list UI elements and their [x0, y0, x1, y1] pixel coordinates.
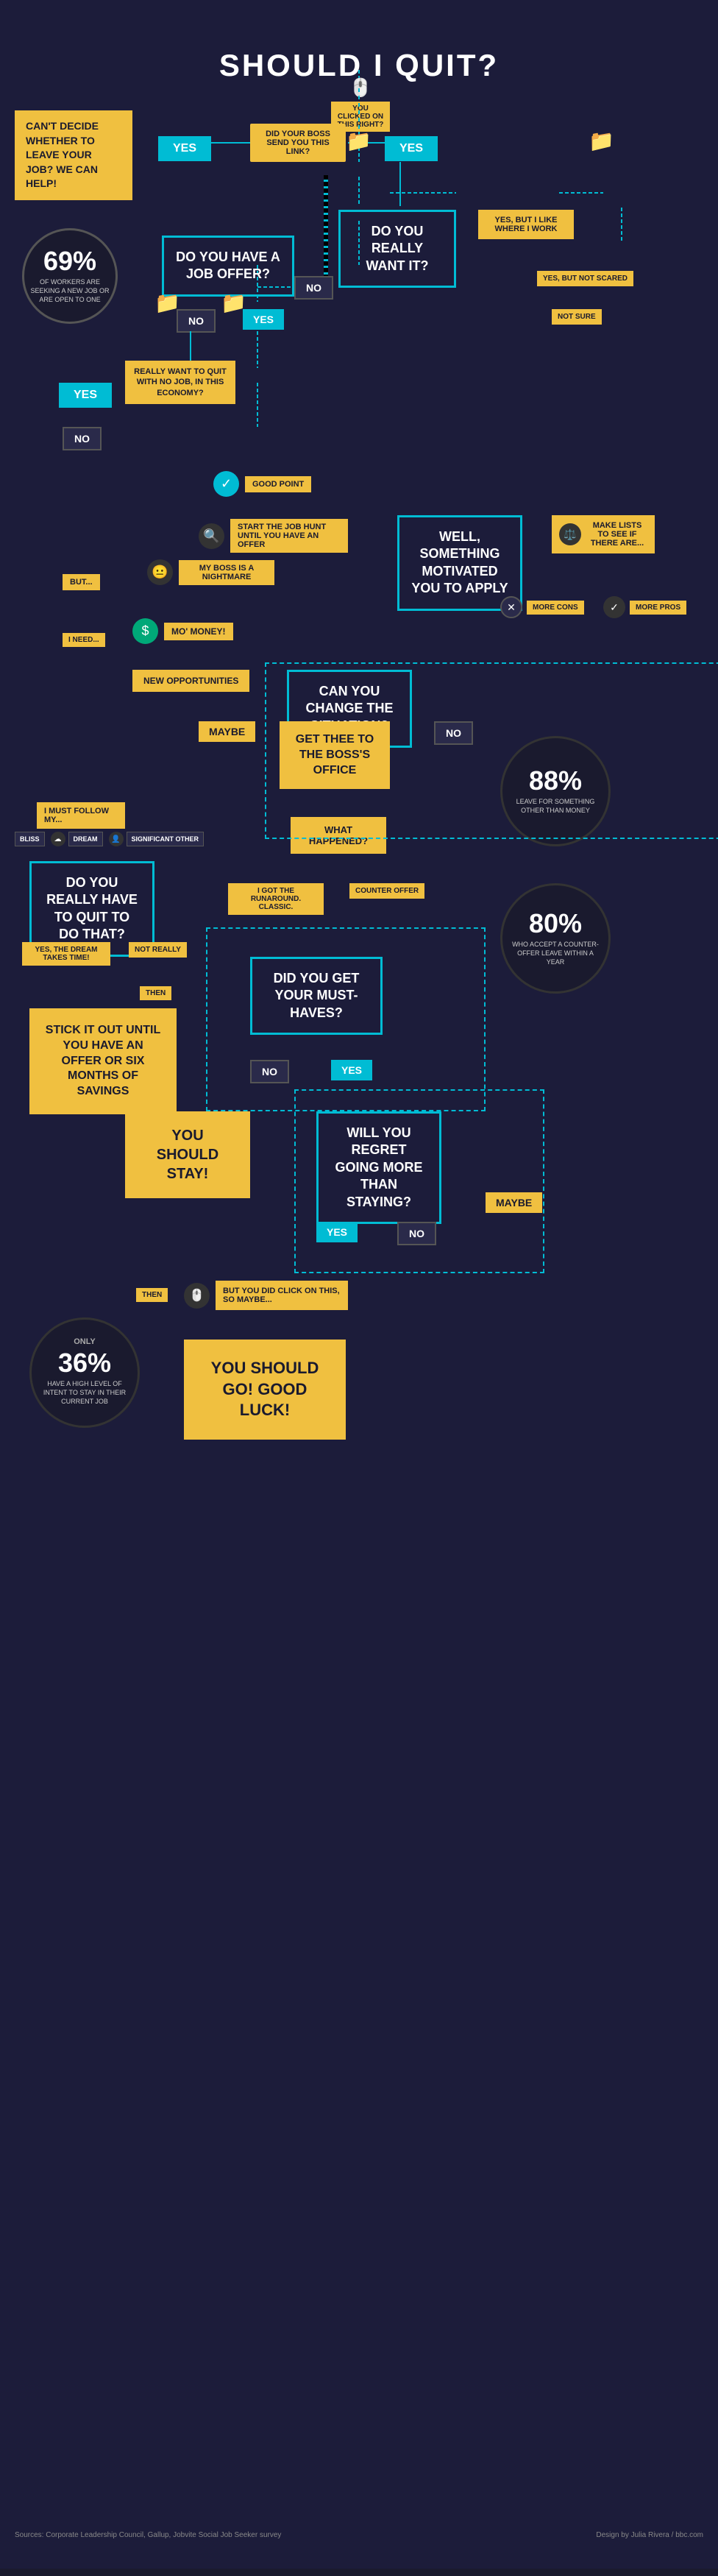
- you-should-stay-box: YOU SHOULD STAY!: [125, 1111, 250, 1198]
- but-you-did-label: BUT YOU DID CLICK ON THIS, SO MAYBE...: [216, 1281, 348, 1310]
- counter-offer-label: COUNTER OFFER: [349, 883, 424, 899]
- maybe-regret: MAYBE: [486, 1192, 542, 1213]
- stick-it-out-box: STICK IT OUT UNTIL YOU HAVE AN OFFER OR …: [29, 1008, 177, 1114]
- source-text: Sources: Corporate Leadership Council, G…: [15, 2531, 281, 2539]
- then-2-label: THEN: [136, 1288, 168, 1302]
- yes-button-2[interactable]: YES: [385, 136, 438, 161]
- stat-80-number: 80%: [529, 908, 582, 939]
- content: SHOULD I QUIT? 🖱️ YOU CLICKED ON THIS RI…: [0, 15, 718, 2554]
- start-job-hunt-row: 🔍 START THE JOB HUNT UNTIL YOU HAVE AN O…: [199, 519, 348, 553]
- mo-money-row: $ MO' MONEY!: [132, 618, 233, 644]
- stat-36-desc: HAVE A HIGH LEVEL OF INTENT TO STAY IN T…: [32, 1379, 138, 1407]
- yes-job-offer[interactable]: YES: [243, 309, 284, 330]
- more-cons-row: ✕ MORE CONS: [500, 596, 584, 618]
- balance-icon: ⚖️: [559, 523, 581, 545]
- yes-but-label: YES, BUT I LIKE WHERE I WORK: [478, 210, 574, 239]
- folder-1: 📁: [346, 129, 372, 153]
- sig-other-label: SIGNIFICANT OTHER: [127, 832, 205, 846]
- more-pros-row: ✓ MORE PROS: [603, 596, 686, 618]
- really-want-quit: REALLY WANT TO QUIT WITH NO JOB, IN THIS…: [125, 361, 235, 404]
- yes-left[interactable]: YES: [59, 383, 112, 408]
- mo-money-label: MO' MONEY!: [164, 623, 233, 640]
- but-label: BUT...: [63, 574, 100, 590]
- x-icon: ✕: [500, 596, 522, 618]
- but-you-did-row: 🖱️ BUT YOU DID CLICK ON THIS, SO MAYBE..…: [184, 1281, 348, 1310]
- not-sure: NOT SURE: [552, 309, 602, 325]
- yes-dream: YES, THE DREAM TAKES TIME!: [22, 942, 110, 966]
- left-panel: CAN'T DECIDE WHETHER TO LEAVE YOUR JOB? …: [15, 110, 132, 200]
- mouse-icon-2: 🖱️: [184, 1283, 210, 1309]
- yes-not-scared: YES, BUT NOT SCARED: [537, 271, 633, 286]
- design-text: Design by Julia Rivera / bbc.com: [596, 2531, 703, 2539]
- v-line-2: [324, 175, 328, 286]
- folder-3: 📁: [154, 291, 180, 315]
- did-get-must-haves: DID YOU GET YOUR MUST-HAVES?: [250, 957, 383, 1035]
- runaround-label: I GOT THE RUNAROUND. CLASSIC.: [228, 883, 324, 915]
- cursor-icon: 🖱️: [331, 77, 390, 99]
- not-really: NOT REALLY: [129, 942, 187, 958]
- stat-69-number: 69%: [43, 246, 96, 277]
- cloud-icon: ☁: [51, 832, 65, 846]
- person-icon: 👤: [109, 832, 124, 846]
- yes-must-haves[interactable]: YES: [331, 1060, 372, 1080]
- boss-nightmare-label: MY BOSS IS A NIGHTMARE: [179, 560, 274, 585]
- new-opportunities-label: NEW OPPORTUNITIES: [132, 670, 249, 692]
- make-lists-label: MAKE LISTS TO SEE IF THERE ARE...: [587, 521, 647, 548]
- stat-88-number: 88%: [529, 765, 582, 796]
- infographic: SHOULD I QUIT? 🖱️ YOU CLICKED ON THIS RI…: [0, 0, 718, 2569]
- no-must-haves: NO: [250, 1060, 289, 1083]
- stat-69-circle: 69% OF WORKERS ARE SEEKING A NEW JOB OR …: [22, 228, 118, 324]
- no-really-want: NO: [63, 427, 102, 450]
- more-cons-label: MORE CONS: [527, 601, 584, 615]
- make-lists-row: ⚖️ MAKE LISTS TO SEE IF THERE ARE...: [552, 515, 655, 553]
- good-point-label: GOOD POINT: [245, 476, 311, 492]
- get-thee-box: GET THEE TO THE BOSS'S OFFICE: [280, 721, 390, 789]
- check-icon-2: ✓: [603, 596, 625, 618]
- really-want-it: DO YOU REALLY WANT IT?: [338, 210, 456, 288]
- folder-2: 📁: [589, 129, 614, 153]
- stat-36-number: 36%: [58, 1348, 111, 1379]
- will-you-regret: WILL YOU REGRET GOING MORE THAN STAYING?: [316, 1111, 441, 1224]
- search-icon: 🔍: [199, 523, 224, 549]
- i-need-label: I NEED...: [63, 633, 105, 647]
- no-job-offer: NO: [177, 309, 216, 333]
- dream-label: DREAM: [68, 832, 103, 846]
- stat-69-desc: OF WORKERS ARE SEEKING A NEW JOB OR ARE …: [24, 277, 115, 305]
- boss-nightmare-row: 😐 MY BOSS IS A NIGHTMARE: [147, 559, 274, 585]
- stat-88-desc: LEAVE FOR SOMETHING OTHER THAN MONEY: [502, 796, 608, 816]
- folder-4: 📁: [221, 291, 246, 315]
- good-point-row: ✓ GOOD POINT: [213, 471, 311, 497]
- did-boss-box: DID YOUR BOSS SEND YOU THIS LINK?: [250, 124, 346, 162]
- bliss-label: BLISS: [15, 832, 45, 846]
- then-label: THEN: [140, 986, 171, 1000]
- no-regret: NO: [397, 1222, 436, 1245]
- dream-row: ☁ DREAM: [51, 832, 103, 846]
- follow-options: BLISS ☁ DREAM 👤 SIGNIFICANT OTHER: [15, 832, 204, 846]
- more-pros-label: MORE PROS: [630, 601, 686, 615]
- you-should-go-box: YOU SHOULD GO! GOOD LUCK!: [184, 1340, 346, 1440]
- no-label-1: NO: [294, 276, 333, 300]
- stat-80-desc: WHO ACCEPT A COUNTER-OFFER LEAVE WITHIN …: [502, 939, 608, 968]
- stat-80-circle: 80% WHO ACCEPT A COUNTER-OFFER LEAVE WIT…: [500, 883, 611, 994]
- what-happened: WHAT HAPPENED?: [291, 817, 386, 854]
- v-line-1: [399, 162, 401, 206]
- h-arrow-1: [206, 142, 250, 144]
- stat-88-circle: 88% LEAVE FOR SOMETHING OTHER THAN MONEY: [500, 736, 611, 846]
- start-job-hunt-label: START THE JOB HUNT UNTIL YOU HAVE AN OFF…: [230, 519, 348, 553]
- sig-other-row: 👤 SIGNIFICANT OTHER: [109, 832, 205, 846]
- stat-36-circle: ONLY 36% HAVE A HIGH LEVEL OF INTENT TO …: [29, 1317, 140, 1428]
- checkmark-icon: ✓: [213, 471, 239, 497]
- yes-button-1[interactable]: YES: [158, 136, 211, 161]
- yes-regret[interactable]: YES: [316, 1222, 358, 1242]
- no-can-change: NO: [434, 721, 473, 745]
- dollar-icon: $: [132, 618, 158, 644]
- maybe-label: MAYBE: [199, 721, 255, 742]
- i-must-follow: I MUST FOLLOW MY...: [37, 802, 125, 829]
- job-offer-question: DO YOU HAVE A JOB OFFER?: [162, 236, 294, 297]
- stat-36-prefix: ONLY: [74, 1337, 96, 1346]
- smiley-icon: 😐: [147, 559, 173, 585]
